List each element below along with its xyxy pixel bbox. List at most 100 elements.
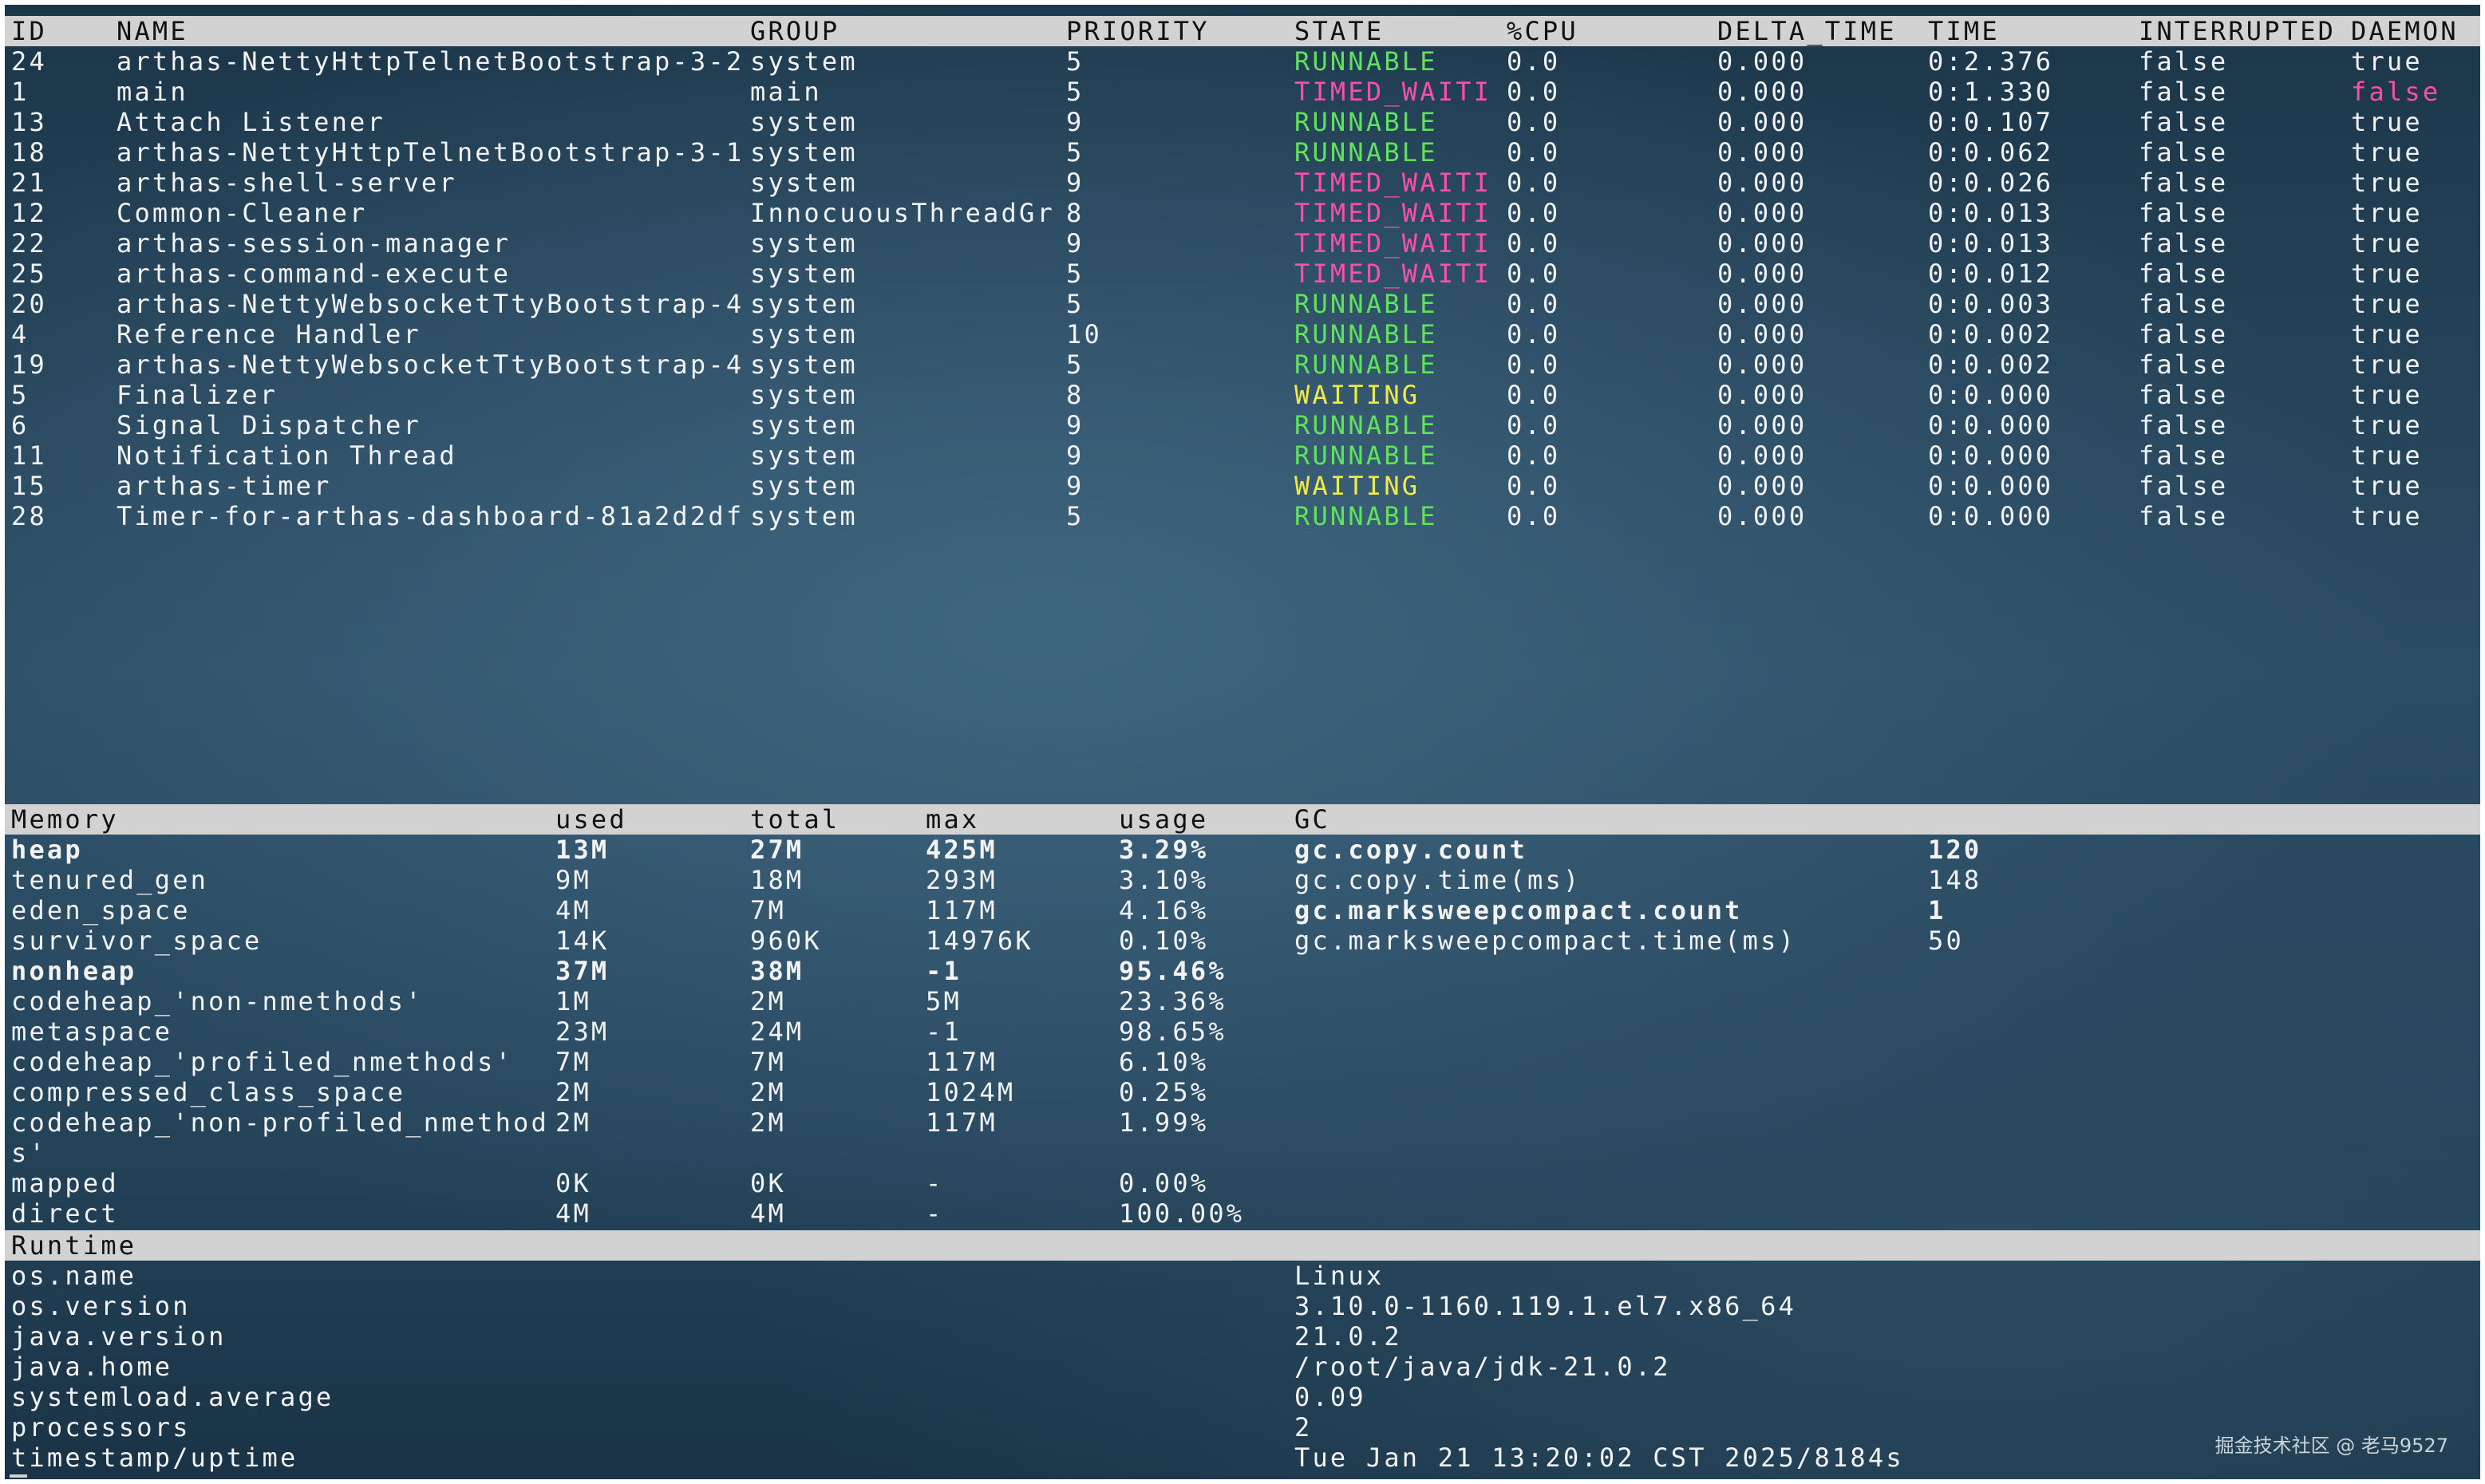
thread-interrupted: false	[2139, 349, 2229, 380]
thread-time: 0:0.002	[1928, 319, 2054, 349]
memory-total: 24M	[750, 1016, 804, 1047]
thread-time: 0:0.003	[1928, 289, 2054, 319]
thread-interrupted: false	[2139, 77, 2229, 107]
memory-used: 2M	[555, 1077, 591, 1107]
thread-id: 6	[11, 410, 30, 440]
memory-usage: 0.10%	[1119, 926, 1209, 956]
thread-id: 11	[11, 440, 47, 471]
thread-id: 22	[11, 228, 47, 259]
thread-cpu: 0.0	[1507, 471, 1561, 501]
runtime-header: Runtime	[5, 1230, 2480, 1261]
thread-group: InnocuousThreadGr	[750, 198, 1055, 228]
memory-total: 7M	[750, 895, 786, 926]
runtime-value: 0.09	[1294, 1382, 1366, 1412]
memory-gc-header: Memory used total max usage GC	[5, 804, 2480, 835]
thread-priority: 8	[1066, 380, 1084, 410]
thread-state: TIMED_WAITI	[1294, 168, 1492, 198]
runtime-value: 2	[1294, 1412, 1313, 1443]
memory-max: 5M	[926, 986, 962, 1016]
memory-name: heap	[11, 835, 83, 865]
thread-row: 19 arthas-NettyWebsocketTtyBootstrap-4 sys…	[5, 349, 2480, 380]
thread-interrupted: false	[2139, 440, 2229, 471]
thread-daemon: true	[2351, 471, 2423, 501]
thread-daemon: true	[2351, 319, 2423, 349]
thread-group: system	[750, 137, 858, 168]
memory-usage: 23.36%	[1119, 986, 1227, 1016]
memory-name: compressed_class_space	[11, 1077, 406, 1107]
memory-row: s'	[5, 1138, 2480, 1168]
thread-name: Notification Thread	[117, 440, 457, 471]
thread-daemon: true	[2351, 168, 2423, 198]
thread-interrupted: false	[2139, 137, 2229, 168]
thread-state: TIMED_WAITI	[1294, 77, 1492, 107]
col-group: GROUP	[750, 16, 840, 46]
thread-time: 0:1.330	[1928, 77, 2054, 107]
thread-delta-time: 0.000	[1717, 46, 1807, 77]
thread-group: system	[750, 471, 858, 501]
runtime-key: systemload.average	[11, 1382, 334, 1412]
thread-daemon: true	[2351, 349, 2423, 380]
memory-name: nonheap	[11, 956, 137, 986]
thread-group: main	[750, 77, 822, 107]
thread-row: 13 Attach Listener system 9 RUNNABLE 0.0 0.000…	[5, 107, 2480, 137]
memory-usage: 4.16%	[1119, 895, 1209, 926]
thread-cpu: 0.0	[1507, 289, 1561, 319]
thread-time: 0:0.000	[1928, 380, 2054, 410]
terminal-window[interactable]: ID NAME GROUP PRIORITY STATE %CPU DELTA_…	[5, 5, 2480, 1479]
memory-total: 18M	[750, 865, 804, 895]
thread-delta-time: 0.000	[1717, 289, 1807, 319]
thread-priority: 5	[1066, 349, 1084, 380]
memory-max: 1024M	[926, 1077, 1016, 1107]
memory-usage: 3.10%	[1119, 865, 1209, 895]
thread-group: system	[750, 410, 858, 440]
thread-interrupted: false	[2139, 46, 2229, 77]
memory-row: survivor_space 14K 960K 14976K 0.10%	[5, 926, 2480, 956]
thread-id: 12	[11, 198, 47, 228]
thread-interrupted: false	[2139, 228, 2229, 259]
thread-priority: 10	[1066, 319, 1102, 349]
col-cpu: %CPU	[1507, 16, 1578, 46]
thread-group: system	[750, 107, 858, 137]
thread-priority: 9	[1066, 228, 1084, 259]
col-total: total	[750, 804, 840, 835]
runtime-value: /root/java/jdk-21.0.2	[1294, 1352, 1671, 1382]
memory-used: 13M	[555, 835, 610, 865]
thread-daemon: true	[2351, 228, 2423, 259]
thread-delta-time: 0.000	[1717, 107, 1807, 137]
thread-group: system	[750, 319, 858, 349]
gc-name: gc.marksweepcompact.count	[1294, 895, 1743, 926]
col-delta-time: DELTA_TIME	[1717, 16, 1897, 46]
col-time: TIME	[1928, 16, 2000, 46]
thread-group: system	[750, 349, 858, 380]
thread-group: system	[750, 501, 858, 531]
col-memory: Memory	[11, 804, 119, 835]
memory-total: 7M	[750, 1047, 786, 1077]
thread-id: 15	[11, 471, 47, 501]
gc-value: 1	[1928, 895, 1946, 926]
memory-total: 4M	[750, 1198, 786, 1229]
thread-interrupted: false	[2139, 471, 2229, 501]
runtime-key: java.version	[11, 1321, 227, 1352]
thread-priority: 5	[1066, 137, 1084, 168]
thread-time: 0:2.376	[1928, 46, 2054, 77]
memory-row: codeheap_'non-profiled_nmethod 2M 2M 117M 1.…	[5, 1107, 2480, 1138]
thread-priority: 5	[1066, 46, 1084, 77]
thread-name: arthas-shell-server	[117, 168, 457, 198]
thread-delta-time: 0.000	[1717, 198, 1807, 228]
thread-delta-time: 0.000	[1717, 228, 1807, 259]
col-gc: GC	[1294, 804, 1330, 835]
thread-state: RUNNABLE	[1294, 107, 1438, 137]
thread-id: 20	[11, 289, 47, 319]
thread-group: system	[750, 380, 858, 410]
thread-priority: 5	[1066, 289, 1084, 319]
thread-time: 0:0.000	[1928, 410, 2054, 440]
memory-name: eden_space	[11, 895, 191, 926]
thread-cpu: 0.0	[1507, 349, 1561, 380]
thread-cpu: 0.0	[1507, 198, 1561, 228]
thread-priority: 5	[1066, 77, 1084, 107]
thread-id: 24	[11, 46, 47, 77]
thread-row: 6 Signal Dispatcher system 9 RUNNABLE 0.0 0.00…	[5, 410, 2480, 440]
memory-name: direct	[11, 1198, 119, 1229]
memory-total: 38M	[750, 956, 804, 986]
col-state: STATE	[1294, 16, 1385, 46]
